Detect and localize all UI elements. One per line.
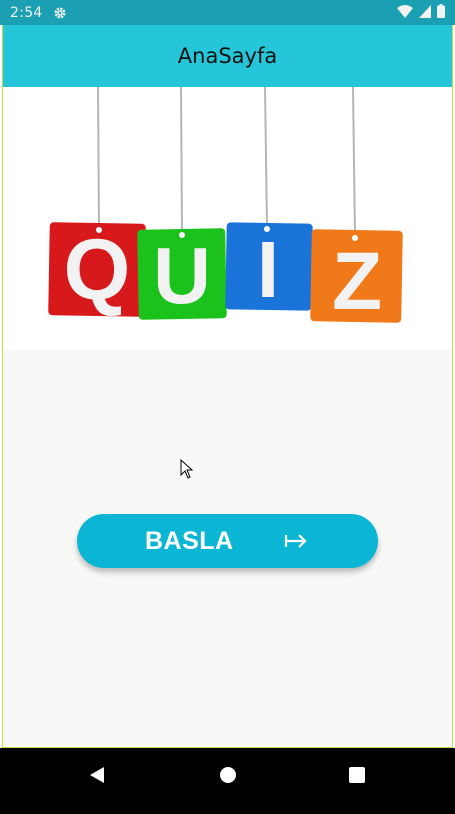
tag-string	[180, 87, 183, 234]
status-bar: 2:54	[0, 0, 455, 25]
signal-icon	[419, 4, 431, 21]
mouse-pointer-icon	[180, 458, 194, 479]
wifi-icon	[397, 4, 413, 21]
arrow-right-icon	[284, 531, 308, 551]
app-bar: AnaSayfa	[3, 25, 452, 87]
status-time: 2:54	[10, 4, 43, 21]
back-icon[interactable]	[88, 766, 106, 784]
page-title: AnaSayfa	[177, 44, 278, 68]
letter-tag-z: Z	[310, 229, 403, 327]
letter-i: I	[257, 225, 279, 314]
home-icon[interactable]	[219, 766, 237, 784]
letter-tag-u: U	[137, 228, 227, 320]
start-button-label: BASLA	[145, 527, 234, 555]
letter-u: U	[153, 231, 211, 320]
letter-z: Z	[332, 236, 382, 327]
tag-string	[97, 87, 100, 230]
recent-apps-icon[interactable]	[349, 767, 365, 783]
start-button[interactable]: BASLA	[77, 514, 378, 568]
gear-icon	[53, 6, 67, 20]
quiz-banner-image: Q U I Z	[3, 87, 452, 350]
battery-icon	[437, 4, 445, 21]
letter-q: Q	[64, 222, 131, 318]
letter-tag-q: Q	[48, 222, 146, 318]
letter-tag-i: I	[225, 222, 313, 314]
